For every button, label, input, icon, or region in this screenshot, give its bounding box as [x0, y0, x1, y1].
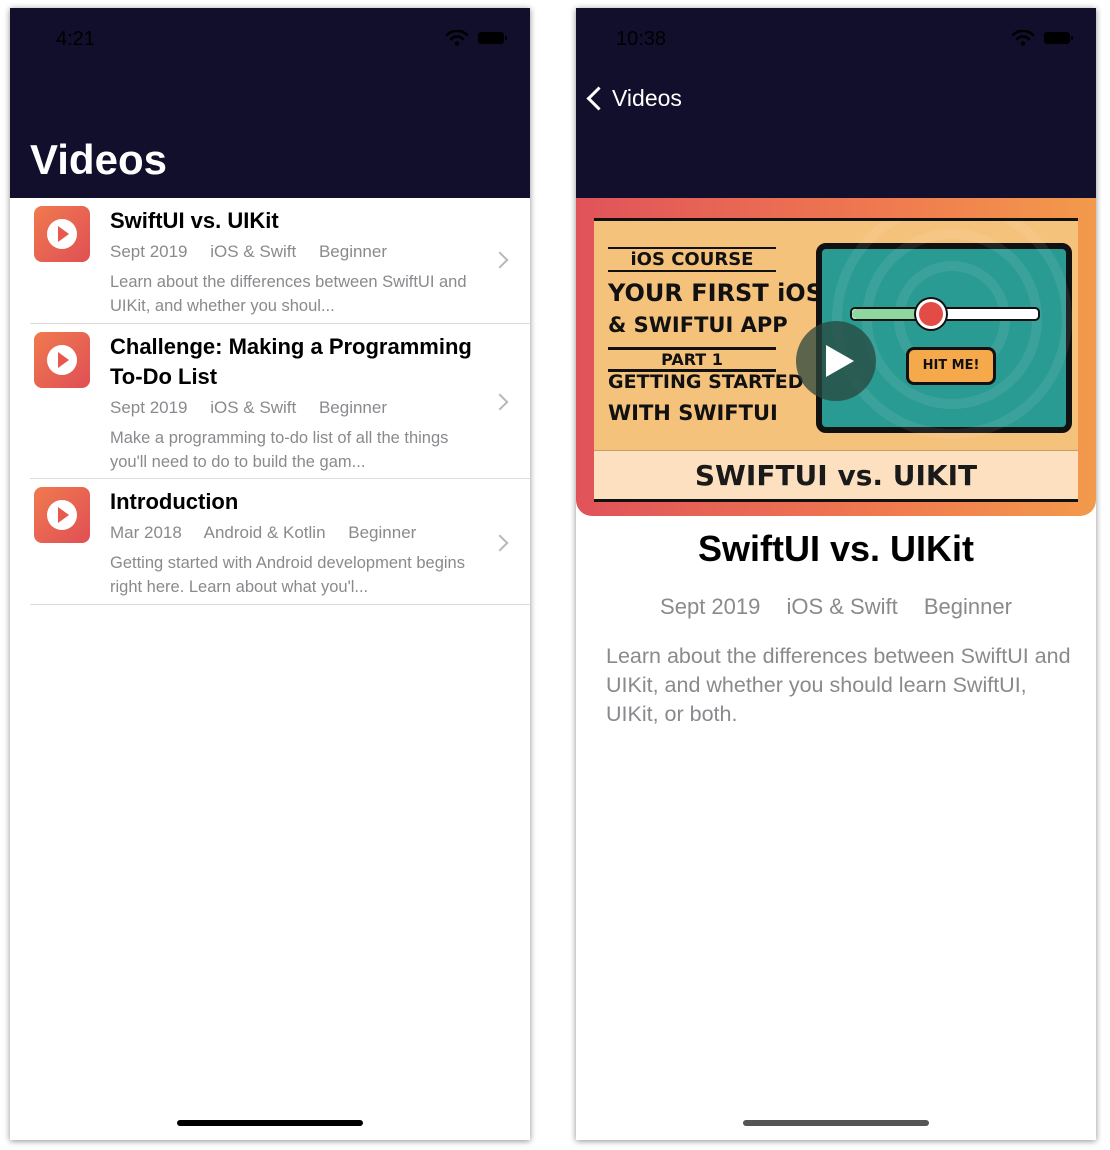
video-meta: Sept 2019 iOS & Swift Beginner: [110, 242, 405, 262]
back-button-label: Videos: [612, 85, 682, 111]
video-date: Sept 2019: [110, 242, 188, 261]
row-divider: [30, 604, 530, 605]
video-description: Make a programming to-do list of all the…: [110, 429, 449, 471]
video-platform: Android & Kotlin: [203, 523, 326, 542]
play-circle-icon: [34, 206, 90, 262]
video-detail-level: Beginner: [923, 594, 1012, 619]
video-description: Getting started with Android development…: [110, 554, 465, 596]
status-time: 4:21: [56, 28, 95, 50]
thumbnail-line-3: GETTING STARTED: [608, 371, 804, 393]
video-detail-platform: iOS & Swift: [786, 594, 898, 619]
video-platform: iOS & Swift: [210, 242, 297, 261]
video-thumbnail: iOS COURSE YOUR FIRST iOS & SWIFTUI APP …: [594, 218, 1078, 502]
battery-icon: [1044, 32, 1073, 44]
status-time: 10:38: [616, 28, 667, 50]
thumbnail-line-2: & SWIFTUI APP: [608, 313, 788, 337]
video-level: Beginner: [318, 242, 388, 261]
video-detail-description: Learn about the differences between Swif…: [606, 644, 1071, 726]
thumbnail-line-4: WITH SWIFTUI: [608, 401, 778, 425]
chevron-right-icon: [491, 393, 509, 411]
video-row-challenge-todo-list[interactable]: Challenge: Making a Programming To-Do Li…: [10, 324, 530, 479]
play-circle-icon: [34, 332, 90, 388]
wifi-icon: [1012, 30, 1034, 46]
video-player[interactable]: iOS COURSE YOUR FIRST iOS & SWIFTUI APP …: [576, 198, 1096, 516]
video-detail-date: Sept 2019: [660, 594, 761, 619]
video-date: Mar 2018: [110, 523, 182, 542]
thumbnail-line-1: YOUR FIRST iOS: [608, 279, 823, 307]
play-icon[interactable]: [796, 321, 876, 401]
chevron-right-icon: [491, 251, 509, 269]
thumbnail-part: PART 1: [608, 347, 776, 372]
chevron-right-icon: [491, 534, 509, 552]
thumbnail-course-label: iOS COURSE: [608, 247, 776, 272]
video-detail-screen: 10:38 Videos iOS COURSE YOUR FIRST iOS &…: [576, 8, 1096, 1140]
thumbnail-banner: SWIFTUI vs. UIKIT: [594, 450, 1078, 499]
video-meta: Sept 2019 iOS & Swift Beginner: [110, 398, 405, 418]
video-meta: Mar 2018 Android & Kotlin Beginner: [110, 523, 434, 543]
video-row-swiftui-vs-uikit[interactable]: SwiftUI vs. UIKit Sept 2019 iOS & Swift …: [10, 198, 530, 324]
status-icons: [446, 30, 507, 46]
video-level: Beginner: [318, 398, 388, 417]
video-list-screen: 4:21 Videos SwiftUI vs. UIKit Sept 2019 …: [10, 8, 530, 1140]
page-title: Videos: [30, 136, 167, 183]
video-row-introduction[interactable]: Introduction Mar 2018 Android & Kotlin B…: [10, 479, 530, 605]
video-detail-meta: Sept 2019 iOS & Swift Beginner: [576, 594, 1096, 620]
video-detail-title: SwiftUI vs. UIKit: [697, 528, 975, 569]
video-level: Beginner: [348, 523, 417, 542]
video-title: Introduction: [110, 489, 239, 514]
wifi-icon: [446, 30, 468, 46]
play-circle-icon: [34, 487, 90, 543]
home-indicator[interactable]: [743, 1120, 929, 1126]
home-indicator[interactable]: [177, 1120, 363, 1126]
video-title: SwiftUI vs. UIKit: [110, 208, 279, 233]
video-description: Learn about the differences between Swif…: [110, 273, 467, 315]
video-title: Challenge: Making a Programming To-Do Li…: [110, 334, 472, 389]
video-platform: iOS & Swift: [210, 398, 297, 417]
battery-icon: [478, 32, 507, 44]
thumbnail-hit-button: HIT ME!: [906, 347, 996, 385]
status-icons: [1012, 30, 1073, 46]
thumbnail-slider-thumb: [916, 299, 946, 329]
video-date: Sept 2019: [110, 398, 188, 417]
